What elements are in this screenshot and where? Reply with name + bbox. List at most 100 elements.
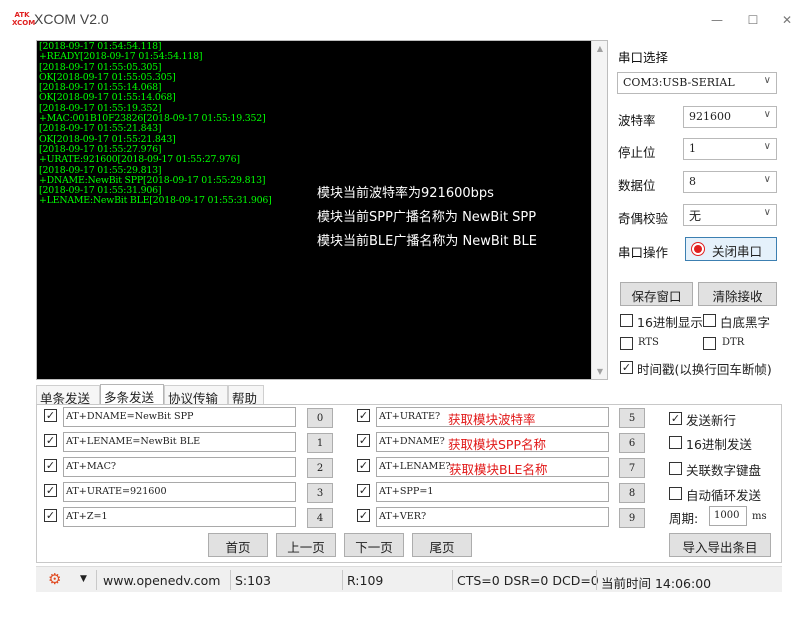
save-window-button[interactable]: 保存窗口 [620,282,693,306]
send-row-input[interactable]: AT+DNAME=NewBit SPP [63,407,296,427]
send-row-button[interactable]: 2 [307,458,333,478]
app-logo-icon: ATK XCOM [12,11,36,27]
send-row-input[interactable]: AT+Z=1 [63,507,296,527]
white-bg-label: 白底黑字 [720,315,771,330]
settings-gear-icon[interactable]: ⚙ [48,570,61,588]
send-row-command: AT+SPP=1 [379,486,434,497]
send-row-checkbox[interactable]: ✓ [44,459,57,472]
send-row-note: 获取模块SPP名称 [448,437,547,452]
numpad-label: 关联数字键盘 [686,463,762,478]
hex-send-checkbox[interactable] [669,436,682,449]
scroll-up-icon[interactable]: ▲ [595,44,605,53]
chevron-down-icon: ∨ [763,141,771,152]
auto-loop-checkbox[interactable] [669,487,682,500]
send-row-input[interactable]: AT+URATE=921600 [63,482,296,502]
stop-bits-value: 1 [689,142,696,155]
send-row-note: 获取模块BLE名称 [449,462,548,477]
scroll-down-icon[interactable]: ▼ [595,367,605,376]
close-icon: ✕ [781,13,793,27]
stop-bits-select[interactable]: 1 ∨ [683,138,777,160]
parity-select[interactable]: 无 ∨ [683,204,777,226]
port-op-label: 串口操作 [618,245,669,260]
send-row-input[interactable]: AT+VER? [376,507,609,527]
clear-receive-button[interactable]: 清除接收 [698,282,777,306]
send-row-input[interactable]: AT+URATE? 获取模块波特率 [376,407,609,427]
send-row-button[interactable]: 9 [619,508,645,528]
website-link[interactable]: www.openedv.com [103,573,220,588]
send-row-checkbox[interactable]: ✓ [357,484,370,497]
chevron-down-icon: ∨ [763,207,771,218]
title-bar [0,0,809,40]
white-bg-checkbox[interactable] [703,314,716,327]
send-row-input[interactable]: AT+LENAME? 获取模块BLE名称 [376,457,609,477]
close-button[interactable]: ✕ [764,0,809,40]
send-row-button[interactable]: 3 [307,483,333,503]
hex-display-checkbox[interactable] [620,314,633,327]
auto-loop-label: 自动循环发送 [686,488,762,503]
numpad-checkbox[interactable] [669,462,682,475]
send-row-checkbox[interactable]: ✓ [44,509,57,522]
send-row-checkbox[interactable]: ✓ [357,434,370,447]
tab-single-send[interactable]: 单条发送 [36,385,100,406]
send-row-button[interactable]: 4 [307,508,333,528]
send-row-button[interactable]: 8 [619,483,645,503]
sent-count: S:103 [235,573,272,588]
rts-checkbox[interactable] [620,337,633,350]
port-select[interactable]: COM3:USB-SERIAL ∨ [617,72,777,94]
baud-select-value: 921600 [689,110,731,123]
dropdown-arrow-icon[interactable]: ▼ [80,574,87,584]
send-row-input[interactable]: AT+MAC? [63,457,296,477]
window-title: XCOM V2.0 [34,11,109,27]
send-row-input[interactable]: AT+SPP=1 [376,482,609,502]
port-select-label: 串口选择 [618,50,669,65]
send-row-button[interactable]: 5 [619,408,645,428]
receive-log: [2018-09-17 01:54:54.118] +READY[2018-09-… [39,41,309,207]
send-row-checkbox[interactable]: ✓ [357,509,370,522]
chevron-down-icon: ∨ [763,75,771,86]
baud-select[interactable]: 921600 ∨ [683,106,777,128]
last-page-button[interactable]: 尾页 [412,533,472,557]
send-row-button[interactable]: 6 [619,433,645,453]
send-row-checkbox[interactable]: ✓ [44,484,57,497]
send-newline-label: 发送新行 [686,413,737,428]
terminal-scrollbar[interactable]: ▲ ▼ [591,41,607,379]
prev-page-button[interactable]: 上一页 [276,533,336,557]
send-row-command: AT+VER? [379,511,427,522]
tab-multi-send[interactable]: 多条发送 [100,384,164,406]
send-row-input[interactable]: AT+DNAME? 获取模块SPP名称 [376,432,609,452]
send-newline-checkbox[interactable]: ✓ [669,412,682,425]
dtr-checkbox[interactable] [703,337,716,350]
close-port-button[interactable]: 关闭串口 [685,237,777,261]
annotation-baud: 模块当前波特率为921600bps [317,186,494,201]
rts-label: RTS [638,337,659,348]
send-row-command: AT+DNAME? [379,436,445,447]
send-row-checkbox[interactable]: ✓ [357,409,370,422]
send-row-command: AT+URATE? [379,411,441,422]
period-input[interactable]: 1000 [709,506,747,526]
import-export-button[interactable]: 导入导出条目 [669,533,771,557]
data-bits-select[interactable]: 8 ∨ [683,171,777,193]
first-page-button[interactable]: 首页 [208,533,268,557]
next-page-button[interactable]: 下一页 [344,533,404,557]
maximize-icon: ☐ [747,13,759,27]
send-row-button[interactable]: 1 [307,433,333,453]
log-line: +LENAME:NewBit BLE[2018-09-17 01:55:31.9… [39,195,272,207]
tab-protocol[interactable]: 协议传输 [164,385,228,406]
received-count: R:109 [347,573,384,588]
send-row-input[interactable]: AT+LENAME=NewBit BLE [63,432,296,452]
chevron-down-icon: ∨ [763,109,771,120]
annotation-ble-name: 模块当前BLE广播名称为 NewBit BLE [317,234,537,249]
timestamp-checkbox[interactable]: ✓ [620,361,633,374]
send-row-checkbox[interactable]: ✓ [357,459,370,472]
port-select-value: COM3:USB-SERIAL [623,76,735,89]
data-bits-value: 8 [689,175,696,188]
parity-value: 无 [689,209,702,223]
receive-terminal[interactable]: [2018-09-17 01:54:54.118] +READY[2018-09-… [36,40,608,380]
send-row-checkbox[interactable]: ✓ [44,409,57,422]
hex-display-label: 16进制显示 [637,315,703,330]
tab-help[interactable]: 帮助 [228,385,264,406]
send-row-checkbox[interactable]: ✓ [44,434,57,447]
send-row-button[interactable]: 0 [307,408,333,428]
send-row-button[interactable]: 7 [619,458,645,478]
data-bits-label: 数据位 [618,178,656,193]
